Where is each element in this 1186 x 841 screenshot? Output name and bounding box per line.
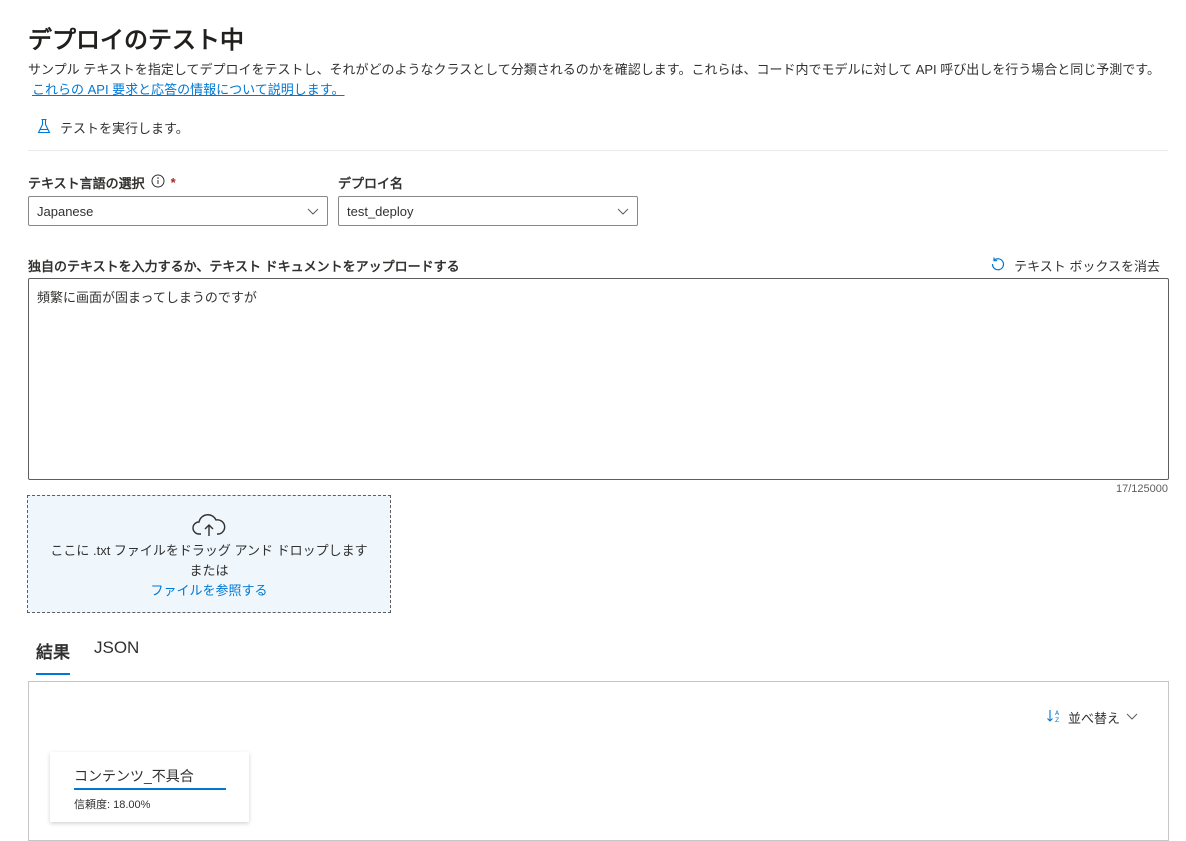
clear-text-button[interactable]: テキスト ボックスを消去 [990, 256, 1160, 275]
language-select[interactable]: Japanese [28, 196, 328, 226]
deployment-label-text: デプロイ名 [338, 176, 404, 191]
svg-text:A: A [1055, 710, 1060, 717]
info-icon[interactable] [151, 174, 165, 191]
tab-results[interactable]: 結果 [36, 638, 70, 675]
clear-text-label: テキスト ボックスを消去 [1014, 259, 1160, 274]
drop-instruction: ここに .txt ファイルをドラッグ アンド ドロップします [50, 543, 368, 558]
result-card[interactable]: コンテンツ_不具合 信頼度: 18.00% [50, 752, 249, 822]
page-title: デプロイのテスト中 [28, 27, 244, 54]
results-panel: AZ 並べ替え コンテンツ_不具合 信頼度: 18.00% [28, 681, 1169, 841]
run-test-button[interactable]: テストを実行します。 [36, 118, 189, 137]
description-text: サンプル テキストを指定してデプロイをテストし、それがどのようなクラスとして分類… [28, 62, 1160, 77]
sort-label: 並べ替え [1067, 711, 1120, 726]
result-tabs: 結果 JSON [36, 638, 139, 675]
chevron-down-icon [617, 205, 629, 220]
undo-icon [990, 256, 1006, 275]
language-label: テキスト言語の選択 * [28, 173, 176, 192]
page-description: サンプル テキストを指定してデプロイをテストし、それがどのようなクラスとして分類… [28, 60, 1168, 100]
cloud-upload-icon [28, 512, 390, 541]
language-label-text: テキスト言語の選択 [28, 176, 145, 191]
result-class-name: コンテンツ_不具合 [74, 766, 226, 790]
result-confidence: 信頼度: 18.00% [74, 799, 151, 811]
sort-icon: AZ [1046, 708, 1062, 727]
run-test-label: テストを実行します。 [60, 121, 189, 136]
flask-icon [36, 118, 52, 137]
file-drop-zone[interactable]: ここに .txt ファイルをドラッグ アンド ドロップします または ファイルを… [27, 495, 391, 613]
deployment-select[interactable]: test_deploy [338, 196, 638, 226]
deployment-value: test_deploy [347, 203, 414, 219]
browse-files-link[interactable]: ファイルを参照する [28, 581, 390, 601]
learn-more-link[interactable]: これらの API 要求と応答の情報について説明します。 [32, 82, 345, 97]
required-mark: * [170, 175, 176, 190]
tab-json[interactable]: JSON [94, 638, 139, 675]
language-value: Japanese [37, 203, 94, 219]
input-label-text: 独自のテキストを入力するか、テキスト ドキュメントをアップロードする [28, 259, 460, 274]
chevron-down-icon [1126, 710, 1138, 725]
svg-text:Z: Z [1055, 717, 1059, 724]
input-label: 独自のテキストを入力するか、テキスト ドキュメントをアップロードする [28, 256, 460, 275]
drop-or: または [189, 563, 229, 578]
text-input[interactable]: 頻繁に画面が固まってしまうのですが [28, 278, 1169, 480]
deployment-label: デプロイ名 [338, 173, 403, 192]
sort-button[interactable]: AZ 並べ替え [1046, 708, 1138, 727]
chevron-down-icon [307, 205, 319, 220]
char-count: 17/125000 [1116, 483, 1168, 495]
divider [28, 150, 1168, 151]
